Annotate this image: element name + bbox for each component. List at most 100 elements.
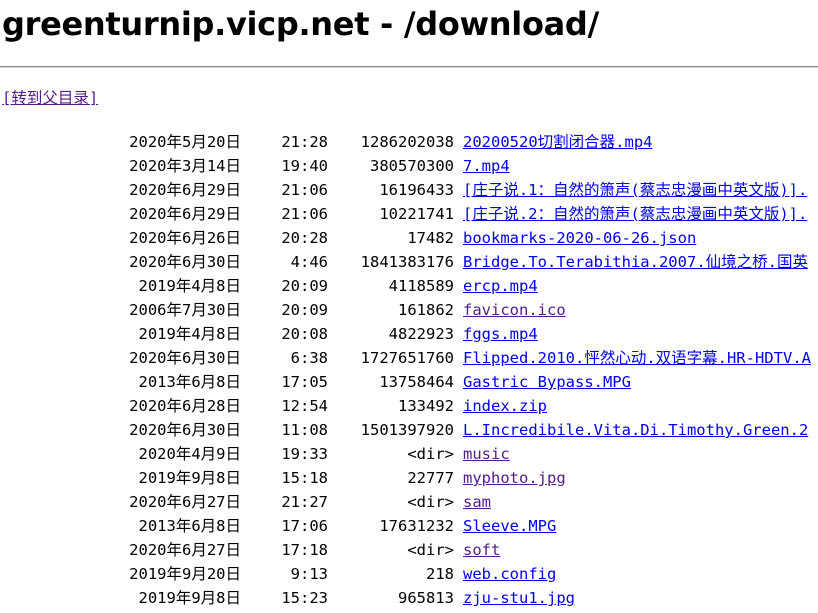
file-time: 20:09	[281, 301, 328, 319]
file-row: 2006年7月30日 20:09 161862 favicon.ico	[0, 298, 818, 322]
file-row: 2019年9月20日 9:13 218 web.config	[0, 562, 818, 586]
file-link[interactable]: 7.mp4	[463, 154, 818, 178]
file-row: 2020年6月27日 17:18 <dir> soft	[0, 538, 818, 562]
file-size: 161862	[398, 301, 454, 319]
file-time: 20:09	[281, 277, 328, 295]
file-time: 6:38	[290, 349, 328, 367]
file-date: 2020年6月29日	[129, 181, 241, 199]
file-time: 21:06	[281, 205, 328, 223]
file-time: 17:18	[281, 541, 328, 559]
file-time: 4:46	[290, 253, 328, 271]
file-link[interactable]: [庄子说.1：自然的箫声(蔡志忠漫画中英文版)].	[463, 178, 818, 202]
file-time: 21:28	[281, 133, 328, 151]
file-date: 2020年6月28日	[129, 397, 241, 415]
file-size: 133492	[398, 397, 454, 415]
file-row: 2019年4月8日 20:09 4118589 ercp.mp4	[0, 274, 818, 298]
file-link[interactable]: Bridge.To.Terabithia.2007.仙境之桥.国英	[463, 250, 818, 274]
file-listing: 2020年5月20日 21:28 1286202038 20200520切割闭合器.m…	[0, 130, 818, 610]
file-size: 10221741	[379, 205, 454, 223]
file-link[interactable]: music	[463, 442, 818, 466]
file-date: 2019年9月8日	[138, 469, 242, 487]
file-date: 2020年6月29日	[129, 205, 241, 223]
file-link[interactable]: L.Incredibile.Vita.Di.Timothy.Green.2	[463, 418, 818, 442]
file-link[interactable]: [庄子说.2：自然的箫声(蔡志忠漫画中英文版)].	[463, 202, 818, 226]
file-date: 2013年6月8日	[138, 373, 242, 391]
file-link[interactable]: ercp.mp4	[463, 274, 818, 298]
divider	[0, 66, 818, 68]
file-time: 15:23	[281, 589, 328, 607]
file-row: 2019年9月8日 15:23 965813 zju-stu1.jpg	[0, 586, 818, 610]
file-row: 2020年6月28日 12:54 133492 index.zip	[0, 394, 818, 418]
file-date: 2006年7月30日	[129, 301, 241, 319]
file-row: 2020年3月14日 19:40 380570300 7.mp4	[0, 154, 818, 178]
file-date: 2020年5月20日	[129, 133, 241, 151]
file-time: 9:13	[290, 565, 328, 583]
file-time: 17:05	[281, 373, 328, 391]
file-date: 2020年6月27日	[129, 493, 241, 511]
file-row: 2013年6月8日 17:06 17631232 Sleeve.MPG	[0, 514, 818, 538]
file-time: 19:40	[281, 157, 328, 175]
file-date: 2019年9月8日	[138, 589, 242, 607]
file-row: 2020年6月30日 11:08 1501397920 L.Incredibile.V…	[0, 418, 818, 442]
file-date: 2020年6月26日	[129, 229, 241, 247]
file-size: <dir>	[407, 541, 454, 559]
file-link[interactable]: bookmarks-2020-06-26.json	[463, 226, 818, 250]
file-row: 2013年6月8日 17:05 13758464 Gastric Bypass.MPG	[0, 370, 818, 394]
file-link[interactable]: 20200520切割闭合器.mp4	[463, 130, 818, 154]
file-size: 1286202038	[360, 133, 454, 151]
file-link[interactable]: web.config	[463, 562, 818, 586]
file-time: 15:18	[281, 469, 328, 487]
parent-directory-link[interactable]: [转到父目录]	[2, 87, 98, 109]
file-date: 2020年4月9日	[138, 445, 242, 463]
file-date: 2020年6月27日	[129, 541, 241, 559]
file-time: 20:08	[281, 325, 328, 343]
file-time: 20:28	[281, 229, 328, 247]
file-size: 22777	[407, 469, 454, 487]
file-link[interactable]: favicon.ico	[463, 298, 818, 322]
file-link[interactable]: zju-stu1.jpg	[463, 586, 818, 610]
file-link[interactable]: index.zip	[463, 394, 818, 418]
file-link[interactable]: Sleeve.MPG	[463, 514, 818, 538]
file-size: <dir>	[407, 445, 454, 463]
file-link[interactable]: fggs.mp4	[463, 322, 818, 346]
file-row: 2020年5月20日 21:28 1286202038 20200520切割闭合器.m…	[0, 130, 818, 154]
file-size: 4822923	[388, 325, 454, 343]
file-row: 2019年9月8日 15:18 22777 myphoto.jpg	[0, 466, 818, 490]
file-date: 2020年3月14日	[129, 157, 241, 175]
file-link[interactable]: soft	[463, 538, 818, 562]
file-link[interactable]: Gastric Bypass.MPG	[463, 370, 818, 394]
file-date: 2020年6月30日	[129, 349, 241, 367]
file-size: 380570300	[370, 157, 454, 175]
file-row: 2020年6月27日 21:27 <dir> sam	[0, 490, 818, 514]
file-time: 17:06	[281, 517, 328, 535]
file-size: 16196433	[379, 181, 454, 199]
file-row: 2020年6月29日 21:06 16196433 [庄子说.1：自然的箫声(蔡志忠漫…	[0, 178, 818, 202]
file-time: 12:54	[281, 397, 328, 415]
file-date: 2019年4月8日	[138, 325, 242, 343]
file-time: 21:27	[281, 493, 328, 511]
file-date: 2020年6月30日	[129, 253, 241, 271]
file-size: 1841383176	[360, 253, 454, 271]
file-row: 2020年4月9日 19:33 <dir> music	[0, 442, 818, 466]
file-size: <dir>	[407, 493, 454, 511]
file-size: 17631232	[379, 517, 454, 535]
file-link[interactable]: sam	[463, 490, 818, 514]
file-row: 2020年6月30日 4:46 1841383176 Bridge.To.Terabi…	[0, 250, 818, 274]
file-time: 21:06	[281, 181, 328, 199]
file-size: 13758464	[379, 373, 454, 391]
file-row: 2020年6月29日 21:06 10221741 [庄子说.2：自然的箫声(蔡志忠漫…	[0, 202, 818, 226]
file-size: 1501397920	[360, 421, 454, 439]
file-size: 4118589	[388, 277, 454, 295]
file-time: 19:33	[281, 445, 328, 463]
file-time: 11:08	[281, 421, 328, 439]
file-date: 2019年9月20日	[129, 565, 241, 583]
file-link[interactable]: Flipped.2010.怦然心动.双语字幕.HR-HDTV.A	[463, 346, 818, 370]
file-date: 2013年6月8日	[138, 517, 242, 535]
page-title: greenturnip.vicp.net - /download/	[2, 5, 599, 43]
file-date: 2020年6月30日	[129, 421, 241, 439]
file-size: 17482	[407, 229, 454, 247]
file-row: 2020年6月30日 6:38 1727651760 Flipped.2010.怦然心…	[0, 346, 818, 370]
file-row: 2019年4月8日 20:08 4822923 fggs.mp4	[0, 322, 818, 346]
file-date: 2019年4月8日	[138, 277, 242, 295]
file-link[interactable]: myphoto.jpg	[463, 466, 818, 490]
